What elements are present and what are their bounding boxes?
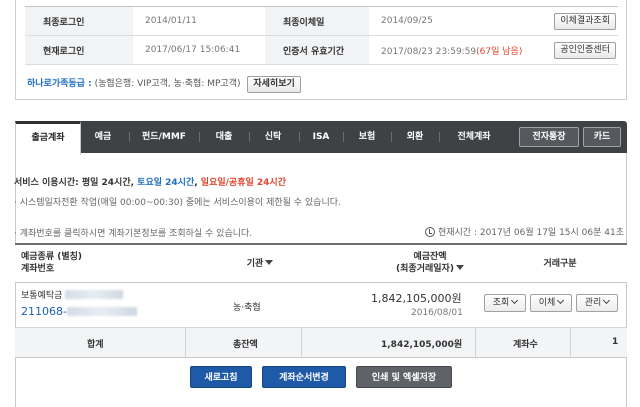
manage-select[interactable]: 관리 <box>576 294 618 312</box>
grade-detail-button[interactable]: 자세히보기 <box>247 76 301 93</box>
product-name-text: 보통예탁금 <box>21 291 63 301</box>
last-login-value: 2014/01/11 <box>133 6 265 36</box>
last-login-label: 최종로그인 <box>25 6 133 36</box>
header-balance[interactable]: 예금잔액 (최종거래일자) <box>375 251 485 275</box>
tab-divider <box>439 132 440 142</box>
sort-down-icon <box>455 265 464 270</box>
cert-expiry-label: 인증서 유효기간 <box>265 35 369 65</box>
cert-days-left: (67일 남음) <box>476 46 523 57</box>
product-name: 보통예탁금 <box>21 288 124 301</box>
account-number-prefix: 211068- <box>21 305 67 318</box>
current-time: 현재시간 : 2017년 06월 17일 15시 06분 41초 <box>424 225 624 238</box>
total-balance-label: 총잔액 <box>233 340 258 350</box>
tab-all-accounts[interactable]: 전체계좌 <box>443 121 505 153</box>
service-hours-holiday: 일요일/공휴일 24시간 <box>200 178 286 188</box>
tab-isa[interactable]: ISA <box>303 121 339 153</box>
current-time-text: 현재시간 : 2017년 06월 17일 15시 06분 41초 <box>437 228 624 238</box>
account-click-hint: · 계좌번호를 클릭하시면 계좌기본정보를 조회하실 수 있습니다. <box>14 229 253 239</box>
service-hours-saturday: 토요일 24시간 <box>137 178 195 188</box>
total-row: 합계 총잔액 1,842,105,000원 계좌수 1 <box>15 328 627 358</box>
current-login-label: 현재로그인 <box>25 35 133 65</box>
info-row-1: 최종로그인 2014/01/11 최종이체일 2014/09/25 이체결과조회 <box>25 6 618 36</box>
card-button[interactable]: 카드 <box>583 127 621 147</box>
tab-divider <box>249 132 250 142</box>
cert-center-button[interactable]: 공인인증센터 <box>554 41 616 59</box>
login-info-table: 최종로그인 2014/01/11 최종이체일 2014/09/25 이체결과조회… <box>25 6 618 65</box>
header-type-line2: 계좌번호 <box>21 264 55 274</box>
current-login-value: 2017/06/17 15:06:41 <box>133 35 265 65</box>
column-divider <box>475 328 476 358</box>
service-hours-notice: 서비스 이용시간: 평일 24시간, 토요일 24시간, 일요일/공휴일 24시… <box>14 175 286 188</box>
chevron-down-icon <box>557 296 565 305</box>
sort-down-icon <box>265 260 274 265</box>
header-balance-line1: 예금잔액 <box>413 252 447 262</box>
header-org-label: 기관 <box>246 259 264 269</box>
reorder-accounts-button[interactable]: 계좌순서변경 <box>262 366 346 388</box>
tab-fund-mmf[interactable]: 펀드/MMF <box>133 121 195 153</box>
header-account-type: 예금종류 (별칭) 계좌번호 <box>21 251 82 275</box>
inquiry-select[interactable]: 조회 <box>484 294 526 312</box>
table-row: 보통예탁금 211068- 농·축협 1,842,105,000원 2016/0… <box>15 283 627 328</box>
column-divider <box>570 328 571 358</box>
account-tabbar: 출금계좌 예금 펀드/MMF 대출 신탁 ISA 보험 외환 전체계좌 전자통장… <box>15 121 627 155</box>
info-row-2: 현재로그인 2017/06/17 15:06:41 인증서 유효기간 2017/… <box>25 35 618 65</box>
transfer-label: 이체 <box>538 298 556 308</box>
family-grade: 하나로가족등급 : (농협은행: VIP고객, 농·축협: MP고객) 자세히보… <box>27 76 301 93</box>
header-org[interactable]: 기관 <box>225 258 295 270</box>
family-grade-label: 하나로가족등급 : <box>27 79 92 89</box>
cert-expiry-cell: 2017/08/23 23:59:59(67일 남음) <box>369 35 535 65</box>
column-divider <box>301 328 302 358</box>
cert-expiry-value: 2017/08/23 23:59:59 <box>381 46 477 57</box>
header-balance-line2-text: (최종거래일자) <box>396 264 454 274</box>
family-grade-text: (농협은행: VIP고객, 농·축협: MP고객) <box>94 79 241 89</box>
masked-alias <box>65 290 124 299</box>
tab-divider <box>129 132 130 142</box>
print-excel-button[interactable]: 인쇄 및 엑셀저장 <box>356 366 452 388</box>
transfer-select[interactable]: 이체 <box>530 294 572 312</box>
inquiry-label: 조회 <box>492 298 510 308</box>
tab-insurance[interactable]: 보험 <box>347 121 387 153</box>
total-balance-value: 1,842,105,000원 <box>381 340 463 350</box>
login-info-panel: 최종로그인 2014/01/11 최종이체일 2014/09/25 이체결과조회… <box>15 0 627 100</box>
maintenance-notice: · 시스템일자전환 작업(매일 00:00~00:30) 중에는 서비스이용이 … <box>14 198 341 208</box>
manage-label: 관리 <box>584 298 602 308</box>
refresh-button[interactable]: 새로고침 <box>190 366 252 388</box>
last-transfer-label: 최종이체일 <box>265 6 369 36</box>
e-passbook-button[interactable]: 전자통장 <box>519 127 579 147</box>
tab-trust[interactable]: 신탁 <box>253 121 293 153</box>
account-count-label: 계좌수 <box>513 340 538 350</box>
account-table-header: 예금종류 (별칭) 계좌번호 기관 예금잔액 (최종거래일자) 거래구분 <box>15 243 627 283</box>
chevron-down-icon <box>603 296 611 305</box>
header-balance-line2: (최종거래일자) <box>375 263 485 275</box>
last-transfer-value: 2014/09/25 <box>369 6 535 36</box>
transfer-result-button[interactable]: 이체결과조회 <box>554 12 616 30</box>
org-name: 농·축협 <box>233 303 261 313</box>
clock-icon <box>424 227 435 237</box>
tab-divider <box>199 132 200 142</box>
tab-forex[interactable]: 외환 <box>395 121 435 153</box>
account-number-link[interactable]: 211068- <box>21 305 137 318</box>
masked-account-number <box>66 307 137 316</box>
chevron-down-icon <box>511 296 519 305</box>
tab-loan[interactable]: 대출 <box>203 121 245 153</box>
last-trade-date: 2016/08/01 <box>411 308 463 318</box>
tab-withdraw-account[interactable]: 출금계좌 <box>15 121 81 155</box>
service-hours-prefix: 서비스 이용시간: 평일 24시간, <box>14 178 138 188</box>
balance-value: 1,842,105,000원 <box>371 292 462 305</box>
header-trade: 거래구분 <box>543 259 577 269</box>
header-type-line1: 예금종류 (별칭) <box>21 252 83 262</box>
column-divider <box>185 328 186 358</box>
tab-divider <box>343 132 344 142</box>
tab-deposit[interactable]: 예금 <box>83 121 123 153</box>
tab-divider <box>391 132 392 142</box>
total-label: 합계 <box>87 340 104 350</box>
tab-divider <box>299 132 300 142</box>
account-count-value: 1 <box>612 337 619 347</box>
